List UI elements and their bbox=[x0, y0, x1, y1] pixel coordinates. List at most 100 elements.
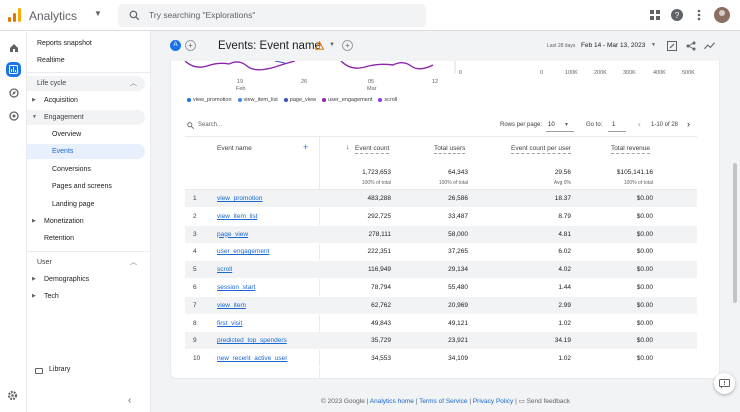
event-name-link[interactable]: predicted_top_spenders bbox=[217, 337, 287, 344]
top-right-icons: ? bbox=[648, 6, 730, 24]
warning-icon[interactable] bbox=[315, 41, 324, 50]
scrollbar[interactable] bbox=[733, 163, 737, 303]
nav-conversions[interactable]: Conversions bbox=[27, 162, 145, 177]
nav-reports-snapshot[interactable]: Reports snapshot bbox=[27, 36, 145, 51]
event-name-link[interactable]: user_engagement bbox=[217, 248, 269, 255]
event-name-link[interactable]: session_start bbox=[217, 284, 255, 291]
nav-pages-and-screens[interactable]: Pages and screens bbox=[27, 179, 145, 194]
customize-report-icon[interactable] bbox=[666, 40, 677, 51]
legend-item[interactable]: view_item_list bbox=[237, 97, 278, 103]
legend-swatch bbox=[237, 98, 242, 102]
analytics-logo[interactable] bbox=[8, 8, 22, 22]
nav-demographics[interactable]: ▶ Demographics bbox=[27, 272, 145, 287]
total-users-sub: 100% of total bbox=[438, 180, 468, 186]
event-name-link[interactable]: page_view bbox=[217, 231, 248, 238]
table-row[interactable]: 9 predicted_top_spenders 35,729 23,921 34.19… bbox=[185, 332, 697, 351]
previous-page-icon[interactable]: ‹ bbox=[638, 119, 641, 129]
legend-item[interactable]: user_engagement bbox=[322, 97, 372, 103]
x-tick-day: 19 bbox=[237, 79, 244, 85]
feedback-icon[interactable]: ▭ bbox=[519, 398, 525, 405]
add-title-button[interactable]: + bbox=[342, 40, 353, 51]
advertising-icon[interactable] bbox=[6, 108, 21, 123]
event-name-link[interactable]: view_item bbox=[217, 302, 246, 309]
table-row[interactable]: 2 view_item_list 292,725 33,487 8.79 $0.00 bbox=[185, 208, 697, 226]
avatar[interactable] bbox=[714, 7, 730, 23]
sort-desc-arrow-icon[interactable]: ↓ bbox=[346, 144, 350, 151]
insights-icon[interactable] bbox=[704, 40, 715, 51]
table-row[interactable]: 10 new_recent_active_user 34,553 34,109 1.02… bbox=[185, 350, 697, 369]
column-header-event-count-per-user[interactable]: Event count per user bbox=[511, 145, 571, 154]
collapse-nav-chevron-icon[interactable]: ‹ bbox=[128, 395, 131, 406]
nav-landing-page[interactable]: Landing page bbox=[27, 197, 145, 212]
rows-per-page-caret-icon[interactable]: ▼ bbox=[564, 122, 569, 128]
settings-gear-icon[interactable] bbox=[7, 390, 20, 403]
chevron-up-icon: ︿ bbox=[130, 259, 137, 266]
revenue-cell: $0.00 bbox=[636, 248, 653, 256]
send-feedback-link[interactable]: Send feedback bbox=[527, 398, 570, 405]
account-selector-caret-icon[interactable]: ▼ bbox=[94, 9, 102, 18]
column-header-event-name[interactable]: Event name bbox=[217, 145, 252, 152]
event-name-link[interactable]: view_item_list bbox=[217, 213, 257, 220]
privacy-link[interactable]: Privacy Policy bbox=[473, 398, 513, 405]
date-caret-icon[interactable]: ▼ bbox=[651, 42, 656, 48]
event-count-cell: 483,288 bbox=[367, 195, 392, 202]
nav-retention[interactable]: Retention bbox=[27, 231, 145, 246]
bar-tick: 200K bbox=[594, 70, 607, 76]
nav-section-user[interactable]: User ︿ bbox=[27, 255, 145, 270]
pagination-text: 1-10 of 28 bbox=[651, 122, 679, 128]
nav-monetization[interactable]: ▶ Monetization bbox=[27, 214, 145, 229]
table-row[interactable]: 1 view_promotion 483,288 26,586 18.37 $0.00 bbox=[185, 190, 697, 208]
legend-item[interactable]: scroll bbox=[378, 97, 397, 103]
date-range-picker[interactable]: Feb 14 - Mar 13, 2023 bbox=[581, 42, 645, 49]
table-row[interactable]: 8 first_visit 49,843 49,121 1.02 $0.00 bbox=[185, 315, 697, 333]
y-axis-zero: 0 bbox=[459, 70, 463, 76]
total-users-cell: 58,000 bbox=[448, 230, 468, 238]
nav-acquisition[interactable]: ▶ Acquisition bbox=[27, 93, 145, 108]
table-search-input[interactable]: Search... bbox=[198, 122, 222, 128]
goto-input[interactable]: 1 bbox=[612, 122, 615, 128]
legend-item[interactable]: page_view bbox=[283, 97, 316, 103]
table-row[interactable]: 5 scroll 116,949 29,134 4.02 $0.00 bbox=[185, 261, 697, 280]
nav-section-life-cycle[interactable]: Life cycle ︿ bbox=[27, 76, 145, 91]
nav-engagement[interactable]: ▼ Engagement bbox=[27, 110, 145, 125]
x-tick-day: 12 bbox=[432, 79, 439, 85]
table-row[interactable]: 4 user_engagement 222,351 37,265 6.02 $0.00 bbox=[185, 243, 697, 262]
search-bar[interactable]: Try searching "Explorations" bbox=[118, 4, 426, 27]
feedback-chat-button[interactable] bbox=[714, 373, 735, 394]
reports-icon[interactable] bbox=[6, 62, 21, 77]
event-name-link[interactable]: first_visit bbox=[217, 320, 242, 327]
nav-realtime[interactable]: Realtime bbox=[27, 53, 145, 68]
apps-grid-icon[interactable] bbox=[648, 8, 662, 22]
terms-link[interactable]: Terms of Service bbox=[419, 398, 467, 405]
more-options-icon[interactable] bbox=[692, 8, 706, 22]
total-users: 64,343 bbox=[448, 169, 468, 176]
help-icon[interactable]: ? bbox=[670, 8, 684, 22]
add-comparison-button[interactable]: + bbox=[185, 40, 196, 51]
nav-library[interactable]: Library bbox=[49, 366, 70, 373]
nav-label: Monetization bbox=[44, 218, 84, 225]
home-icon[interactable] bbox=[6, 40, 21, 55]
nav-events[interactable]: Events bbox=[27, 144, 145, 159]
rows-per-page-select[interactable]: 10 bbox=[548, 122, 555, 128]
table-row[interactable]: 3 page_view 278,111 58,000 4.81 $0.00 bbox=[185, 225, 697, 244]
title-dropdown-caret-icon[interactable]: ▼ bbox=[329, 42, 335, 48]
event-name-link[interactable]: view_promotion bbox=[217, 195, 263, 202]
event-name-link[interactable]: new_recent_active_user bbox=[217, 355, 287, 362]
column-header-total-revenue[interactable]: Total revenue bbox=[611, 145, 651, 154]
table-row[interactable]: 6 session_start 78,794 55,480 1.44 $0.00 bbox=[185, 279, 697, 297]
share-icon[interactable] bbox=[685, 40, 696, 51]
explore-icon[interactable] bbox=[6, 85, 21, 100]
add-dimension-button[interactable]: + bbox=[303, 142, 308, 152]
nav-tech[interactable]: ▶ Tech bbox=[27, 289, 145, 304]
revenue-cell: $0.00 bbox=[636, 212, 653, 220]
column-header-total-users[interactable]: Total users bbox=[434, 145, 466, 154]
event-name-link[interactable]: scroll bbox=[217, 266, 232, 273]
legend-item[interactable]: view_promotion bbox=[187, 97, 232, 103]
total-users-cell: 34,109 bbox=[448, 355, 468, 363]
column-header-event-count[interactable]: Event count bbox=[355, 145, 390, 154]
analytics-home-link[interactable]: Analytics home bbox=[370, 398, 414, 405]
table-row[interactable]: 7 view_item 62,762 20,969 2.99 $0.00 bbox=[185, 296, 697, 315]
nav-overview[interactable]: Overview bbox=[27, 127, 145, 142]
comparison-chip[interactable]: A bbox=[170, 40, 181, 51]
next-page-icon[interactable]: › bbox=[687, 119, 690, 129]
